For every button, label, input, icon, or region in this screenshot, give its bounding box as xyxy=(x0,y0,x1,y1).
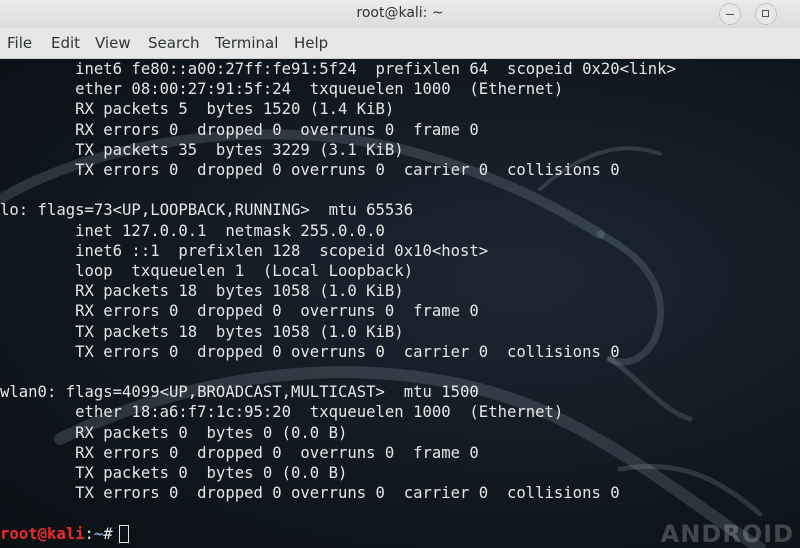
text-cursor xyxy=(118,524,129,543)
terminal-line: RX packets 0 bytes 0 (0.0 B) xyxy=(0,423,348,442)
prompt-path: ~ xyxy=(93,524,104,543)
title-bar[interactable]: root@kali: ~ xyxy=(0,0,800,29)
menu-file[interactable]: File xyxy=(7,34,32,52)
menu-terminal[interactable]: Terminal xyxy=(215,34,278,52)
terminal-line: TX packets 0 bytes 0 (0.0 B) xyxy=(0,464,348,482)
window-title: root@kali: ~ xyxy=(356,5,444,21)
watermark-logo: ANDROID xyxy=(660,520,794,548)
terminal-line: RX errors 0 dropped 0 overruns 0 frame 0 xyxy=(0,120,479,139)
terminal-line: loop txqueuelen 1 (Local Loopback) xyxy=(0,262,414,280)
terminal-line: ether 18:a6:f7:1c:95:20 txqueuelen 1000 … xyxy=(0,403,564,422)
prompt-separator: : xyxy=(84,524,94,543)
terminal-line: inet 127.0.0.1 netmask 255.0.0.0 xyxy=(0,221,385,240)
terminal-line: wlan0: flags=4099<UP,BROADCAST,MULTICAST… xyxy=(0,383,479,402)
menu-view[interactable]: View xyxy=(95,34,131,52)
menu-edit[interactable]: Edit xyxy=(51,34,80,52)
shell-prompt[interactable]: root@kali:~# xyxy=(0,524,129,544)
terminal-line: inet6 fe80::a00:27ff:fe91:5f24 prefixlen… xyxy=(0,60,676,78)
terminal-line: lo: flags=73<UP,LOOPBACK,RUNNING> mtu 65… xyxy=(0,201,414,220)
menu-bar: File Edit View Search Terminal Help xyxy=(0,28,800,59)
terminal-line: TX errors 0 dropped 0 overruns 0 carrier… xyxy=(0,161,620,179)
terminal-line: RX errors 0 dropped 0 overruns 0 frame 0 xyxy=(0,302,479,321)
terminal-line: RX errors 0 dropped 0 overruns 0 frame 0 xyxy=(0,443,479,462)
minimize-icon xyxy=(726,14,734,15)
terminal-line: RX packets 18 bytes 1058 (1.0 KiB) xyxy=(0,282,404,301)
maximize-button[interactable] xyxy=(755,3,777,25)
terminal-line: TX errors 0 dropped 0 overruns 0 carrier… xyxy=(0,342,620,361)
terminal-line: RX packets 5 bytes 1520 (1.4 KiB) xyxy=(0,100,395,119)
maximize-icon xyxy=(762,10,769,17)
menu-search[interactable]: Search xyxy=(148,34,200,52)
prompt-user: root@kali xyxy=(0,524,85,543)
terminal-line: ether 08:00:27:91:5f:24 txqueuelen 1000 … xyxy=(0,80,564,99)
terminal-line: TX packets 35 bytes 3229 (3.1 KiB) xyxy=(0,140,404,159)
minimize-button[interactable] xyxy=(719,3,741,25)
terminal-line: TX packets 18 bytes 1058 (1.0 KiB) xyxy=(0,322,404,341)
terminal-line: TX errors 0 dropped 0 overruns 0 carrier… xyxy=(0,484,620,503)
terminal-line: inet6 ::1 prefixlen 128 scopeid 0x10<hos… xyxy=(0,241,489,260)
prompt-symbol: # xyxy=(103,524,113,543)
terminal-window: root@kali: ~ File Edit View Search Termi… xyxy=(0,0,800,548)
menu-help[interactable]: Help xyxy=(294,34,328,52)
terminal-output[interactable]: inet6 fe80::a00:27ff:fe91:5f24 prefixlen… xyxy=(0,59,800,548)
